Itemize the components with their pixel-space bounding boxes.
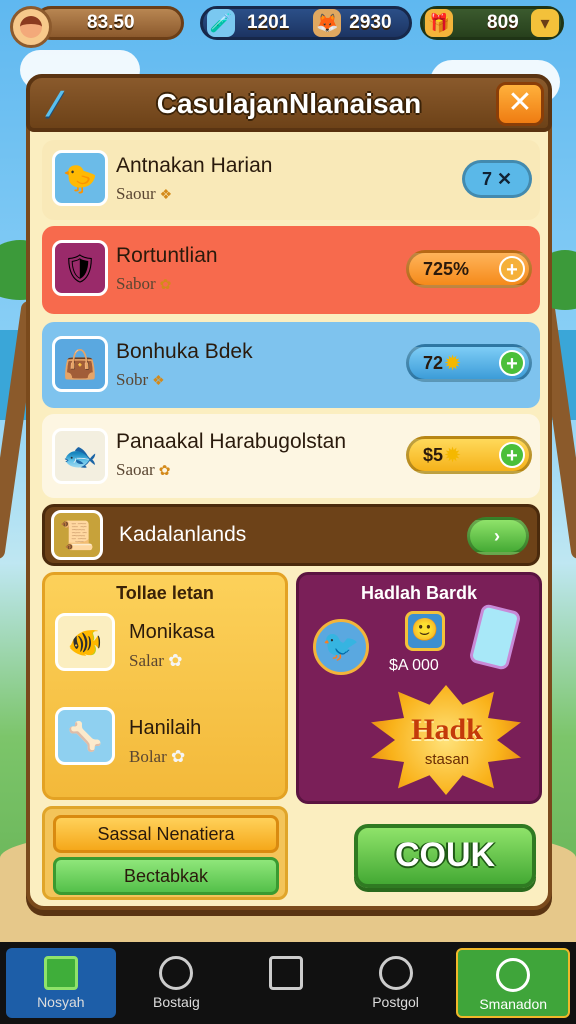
- banner-row[interactable]: 📜 Kadalanlands ›: [42, 504, 540, 566]
- secondary-button-2[interactable]: Bectabkak: [53, 857, 279, 895]
- item-action-label: 725%: [423, 258, 470, 279]
- close-button[interactable]: ✕: [496, 82, 544, 126]
- item-action-button[interactable]: 725% +: [406, 250, 532, 288]
- gem-counter[interactable]: 🎁 809 ▾: [420, 6, 564, 40]
- mini-item-title: Hanilaih: [129, 717, 202, 739]
- nav-item-house[interactable]: [231, 942, 341, 1024]
- left-card: Tollae letan 🐠 Monikasa Salar ✿ 🦴 Hanila…: [42, 572, 288, 800]
- player-avatar[interactable]: [10, 6, 52, 48]
- nav-item-home[interactable]: Nosyah: [6, 948, 116, 1018]
- portrait-icon: 🙂: [405, 611, 445, 651]
- nav-item-shop[interactable]: Smanadon: [456, 948, 570, 1018]
- item-subtitle: Sabor ✿: [116, 274, 172, 293]
- reward-icon: ❖: [152, 374, 165, 389]
- list-item[interactable]: 🛡 Rortuntlian Sabor ✿ 725% +: [42, 226, 540, 314]
- item-title: Antnakan Harian: [116, 154, 273, 177]
- coin-value: 83.50: [87, 12, 135, 33]
- coin-counter[interactable]: 83.50: [34, 6, 184, 40]
- plus-icon: +: [499, 350, 525, 376]
- reward-icon: ✿: [158, 464, 171, 479]
- item-subtitle: Sobr ❖: [116, 370, 165, 389]
- nav-item-settings[interactable]: Postgol: [341, 942, 451, 1024]
- nav-item-search[interactable]: Bostaig: [122, 942, 232, 1024]
- chick-icon: 🐤: [52, 150, 108, 206]
- bottle-icon: 🧪: [207, 9, 235, 37]
- panel-header: ⁄ CasulajanNlanaisan ✕: [26, 74, 552, 132]
- item-action-label: 72: [423, 352, 444, 373]
- mini-item-subtitle: Salar ✿: [129, 651, 183, 670]
- price-label: $A 000: [389, 657, 439, 674]
- item-title: Bonhuka Bdek: [116, 340, 253, 363]
- bottom-nav: Nosyah Bostaig Postgol Smanadon: [0, 942, 576, 1024]
- bone-icon[interactable]: 🦴: [55, 707, 115, 765]
- house-icon: [268, 956, 303, 990]
- main-panel: ⁄ CasulajanNlanaisan ✕ 🐤 Antnakan Harian…: [26, 74, 552, 910]
- item-action-label: $5: [423, 444, 444, 465]
- bird-icon: 🐦: [313, 619, 369, 675]
- item-action-label: 7 ✕: [481, 168, 513, 189]
- item-action-button[interactable]: $5 ✹ +: [406, 436, 532, 474]
- avatar-face: [20, 16, 42, 38]
- item-subtitle: Saoar ✿: [116, 460, 171, 479]
- reward-icon: ❖: [159, 188, 173, 203]
- fish-icon[interactable]: 🐠: [55, 613, 115, 671]
- add-gems-icon[interactable]: ▾: [531, 9, 559, 37]
- item-title: Panaakal Harabugolstan: [116, 430, 346, 453]
- right-card-title: Hadlah Bardk: [360, 583, 478, 603]
- nav-label: Nosyah: [37, 994, 85, 1010]
- mini-item-subtitle: Bolar ✿: [129, 747, 186, 766]
- plus-icon: +: [499, 442, 525, 468]
- star-icon: ✹: [445, 352, 461, 373]
- home-icon: [43, 956, 78, 990]
- item-title: Rortuntlian: [116, 244, 218, 267]
- top-hud: 83.50 🧪 1201 🦊 2930 🎁 809 ▾: [0, 6, 576, 48]
- list-item[interactable]: 🐟 Panaakal Harabugolstan Saoar ✿ $5 ✹ +: [42, 414, 540, 498]
- badge-icon: 🛡: [52, 240, 108, 296]
- resource-value-left: 1201: [247, 12, 290, 33]
- scroll-icon: 📜: [51, 510, 103, 560]
- panel-title: CasulajanNlanaisan: [156, 88, 422, 119]
- item-action-button[interactable]: 72 ✹ +: [406, 344, 532, 382]
- camera-icon: [496, 958, 531, 992]
- star-icon: ✹: [445, 444, 461, 465]
- treasure-icon: 🎁: [425, 9, 453, 37]
- list-item[interactable]: 🐤 Antnakan Harian Saour ❖ 7 ✕: [42, 140, 540, 220]
- search-icon: [159, 956, 194, 990]
- item-action-button[interactable]: 7 ✕: [462, 160, 532, 198]
- item-subtitle: Saour ❖: [116, 184, 173, 203]
- secondary-buttons: Sassal Nenatiera Bectabkak: [42, 806, 288, 900]
- secondary-button-1[interactable]: Sassal Nenatiera: [53, 815, 279, 853]
- reward-icon: ✿: [159, 278, 172, 293]
- banner-label: Kadalanlands: [119, 523, 247, 546]
- bag-icon: 👜: [52, 336, 108, 392]
- phone-icon: [468, 603, 522, 671]
- promo-title: Hadk: [411, 713, 483, 746]
- fish-icon: 🐟: [52, 428, 108, 484]
- gem-value: 809: [487, 12, 519, 33]
- plus-icon: +: [499, 256, 525, 282]
- promo-subtitle: stasan: [424, 751, 470, 768]
- nav-label: Postgol: [372, 994, 419, 1010]
- mini-item-title: Monikasa: [129, 621, 215, 643]
- resource-value-right: 2930: [349, 12, 392, 33]
- badge-icon: [378, 956, 413, 990]
- nav-label: Smanadon: [479, 996, 548, 1012]
- list-item[interactable]: 👜 Bonhuka Bdek Sobr ❖ 72 ✹ +: [42, 322, 540, 408]
- right-card[interactable]: Hadlah Bardk 🐦 🙂 $A 000 Hadk stasan: [296, 572, 542, 804]
- primary-button[interactable]: COUK: [354, 824, 536, 888]
- resource-counter[interactable]: 🧪 1201 🦊 2930: [200, 6, 412, 40]
- banner-arrow-button[interactable]: ›: [467, 517, 529, 555]
- fox-icon: 🦊: [313, 9, 342, 37]
- nav-label: Bostaig: [153, 994, 200, 1010]
- left-card-title: Tollae letan: [116, 583, 214, 603]
